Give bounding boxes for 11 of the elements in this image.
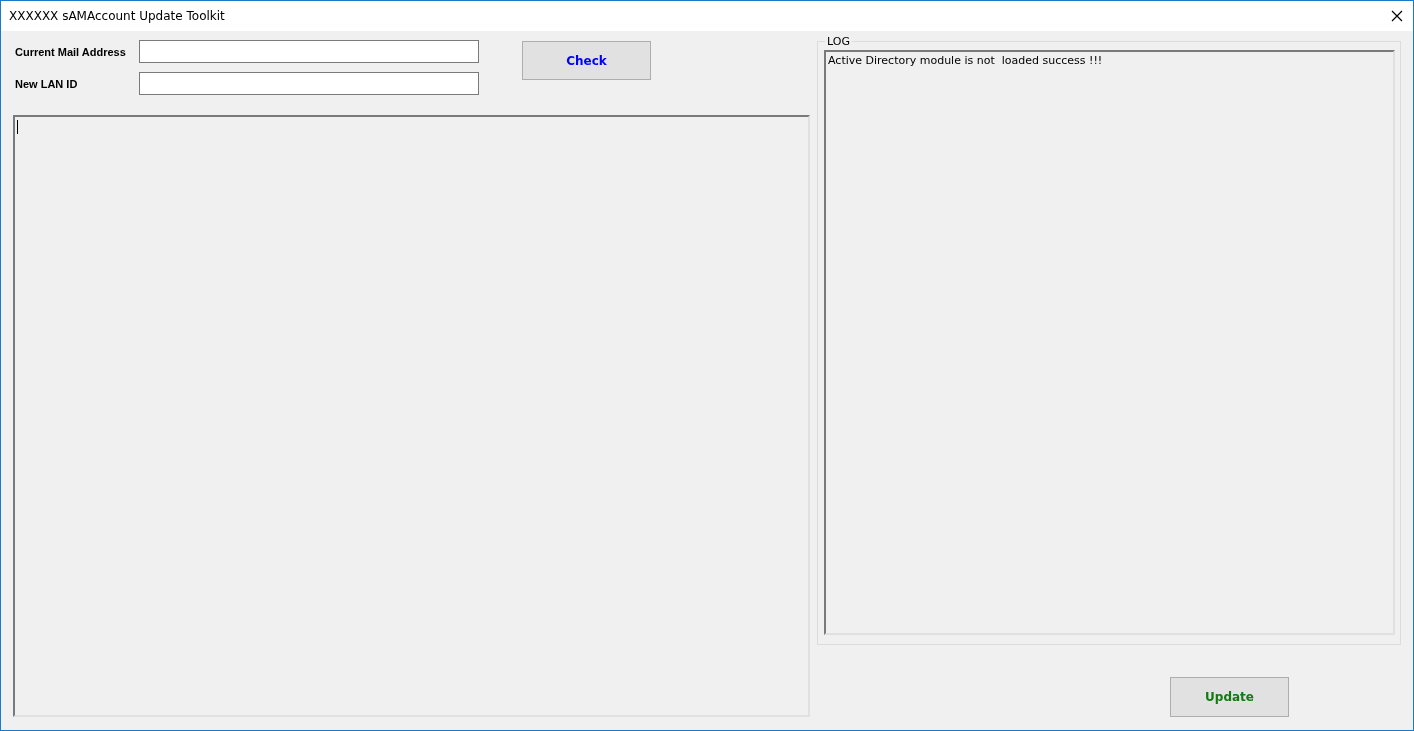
log-line: Active Directory module is not loaded success !!! bbox=[828, 54, 1104, 67]
log-text-area[interactable]: Active Directory module is not loaded success !!! bbox=[824, 50, 1395, 635]
close-icon[interactable] bbox=[1391, 10, 1403, 22]
field-label: Current Mail Address bbox=[14, 45, 127, 58]
update-button[interactable]: Update bbox=[1170, 677, 1289, 717]
field-label: New LAN ID bbox=[14, 77, 79, 90]
input-field[interactable] bbox=[139, 40, 479, 63]
check-button[interactable]: Check bbox=[522, 41, 651, 80]
input-field[interactable] bbox=[139, 72, 479, 95]
group-title: LOG bbox=[825, 35, 852, 48]
window-title: XXXXXX sAMAccount Update Toolkit bbox=[9, 9, 225, 23]
